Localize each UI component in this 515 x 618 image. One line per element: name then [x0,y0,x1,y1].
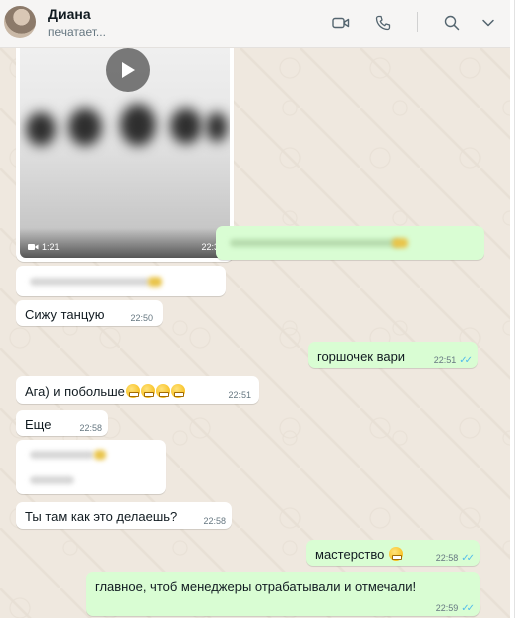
contact-name[interactable]: Диана [48,6,91,22]
message-incoming[interactable]: Ты там как это делаешь? 22:58 [16,502,232,529]
grin-emoji-icon [389,547,404,561]
message-time-status: 22:59 ✓✓ [435,603,475,614]
search-button[interactable] [441,12,463,34]
video-camera-icon [332,17,350,29]
message-text: Ты там как это делаешь? [25,509,178,524]
message-text-with-emoji: мастерство [315,547,404,562]
message-outgoing[interactable]: мастерство 22:58 ✓✓ [306,540,480,566]
message-time: 22:58 [203,516,226,526]
grin-emoji-icon [140,384,155,398]
message-outgoing[interactable]: горшочек вари 22:51 ✓✓ [308,342,478,368]
message-text: горшочек вари [317,349,406,364]
blurred-message[interactable] [16,266,226,296]
message-text: мастерство [315,547,385,562]
menu-dropdown-button[interactable] [477,12,499,34]
message-time-status: 22:51 ✓✓ [433,355,473,366]
message-text: главное, чтоб менеджеры отрабатывали и о… [95,579,417,594]
double-check-icon: ✓✓ [459,355,473,366]
play-icon [122,62,135,78]
message-time: 22:59 [435,603,459,613]
search-icon [444,15,460,31]
message-incoming[interactable]: Сижу танцую 22:50 [16,300,163,326]
message-text: Ага) и побольше [25,384,125,399]
voice-call-button[interactable] [372,12,394,34]
avatar[interactable] [4,6,36,38]
typing-status: печатает... [48,25,106,39]
chat-header: Диана печатает... [0,0,510,48]
message-time: 22:51 [433,355,457,365]
phone-icon [375,15,391,31]
header-divider [417,12,418,32]
video-duration-text: 1:21 [42,242,60,252]
message-list[interactable]: 1:21 22:35 Сижу танцую 22:50 горшочек ва… [0,48,510,618]
grin-emoji-icon [170,384,185,398]
message-time: 22:50 [130,313,153,323]
message-text-with-emoji: Ага) и побольше [25,384,185,399]
grin-emoji-icon [125,384,140,398]
message-text: Сижу танцую [25,307,105,322]
chat-window: Диана печатает... 1:21 22:35 Сижу танцую… [0,0,515,618]
message-incoming[interactable]: Еще 22:58 [16,410,108,436]
chevron-down-icon [482,19,494,27]
message-time: 22:51 [228,390,251,400]
grin-emoji-icon [155,384,170,398]
message-time: 22:58 [435,553,459,563]
play-button[interactable] [106,48,150,92]
video-call-button[interactable] [330,12,352,34]
message-time: 22:58 [79,423,102,433]
double-check-icon: ✓✓ [461,603,475,614]
message-text: Еще [25,417,52,432]
blurred-message[interactable] [216,226,484,260]
double-check-icon: ✓✓ [461,553,475,564]
message-outgoing[interactable]: главное, чтоб менеджеры отрабатывали и о… [86,572,480,616]
video-message[interactable]: 1:21 22:35 [16,48,234,262]
video-duration: 1:21 [28,242,60,252]
message-time-status: 22:58 ✓✓ [435,553,475,564]
message-incoming[interactable]: Ага) и побольше 22:51 [16,376,259,404]
video-camera-icon [28,244,39,250]
blurred-message[interactable] [16,440,166,494]
video-thumbnail[interactable]: 1:21 22:35 [20,48,230,258]
